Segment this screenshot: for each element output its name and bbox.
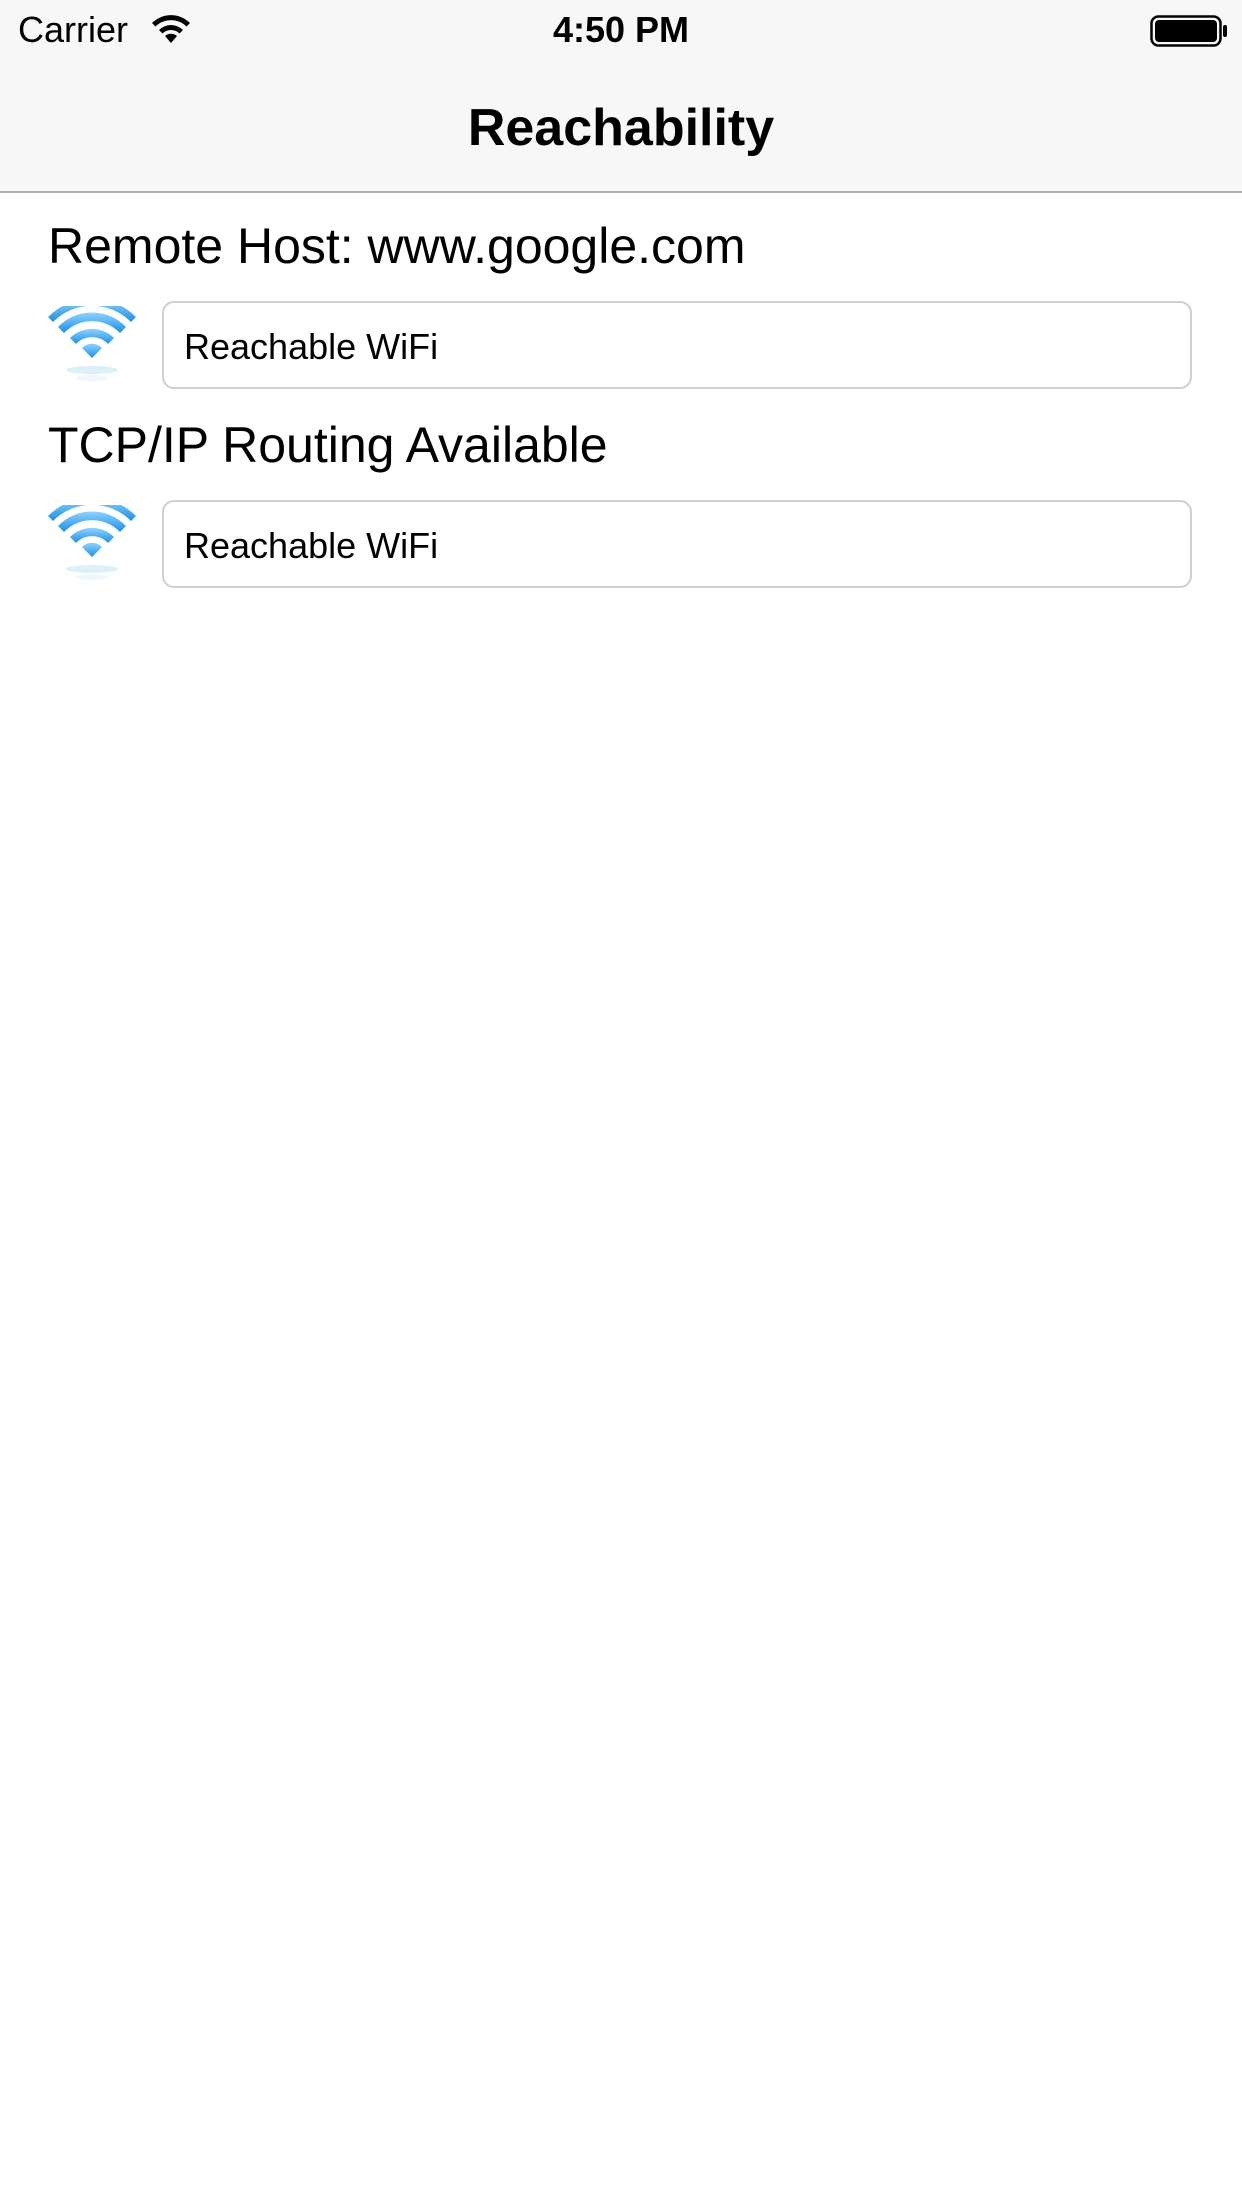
remote-host-title: Remote Host: www.google.com bbox=[48, 218, 746, 274]
status-time: 4:50 PM bbox=[552, 9, 690, 50]
wifi-icon bbox=[48, 505, 136, 580]
battery-full-icon bbox=[1150, 15, 1227, 47]
tcpip-routing-title: TCP/IP Routing Available bbox=[48, 417, 608, 473]
tcpip-routing-status-field: Reachable WiFi bbox=[162, 500, 1192, 588]
navigation-bar: Reachability bbox=[0, 60, 1242, 193]
wifi-icon bbox=[48, 306, 136, 381]
status-bar: Carrier 4:50 PM bbox=[0, 0, 1242, 60]
nav-title: Reachability bbox=[467, 99, 775, 157]
remote-host-status-field: Reachable WiFi bbox=[162, 301, 1192, 389]
